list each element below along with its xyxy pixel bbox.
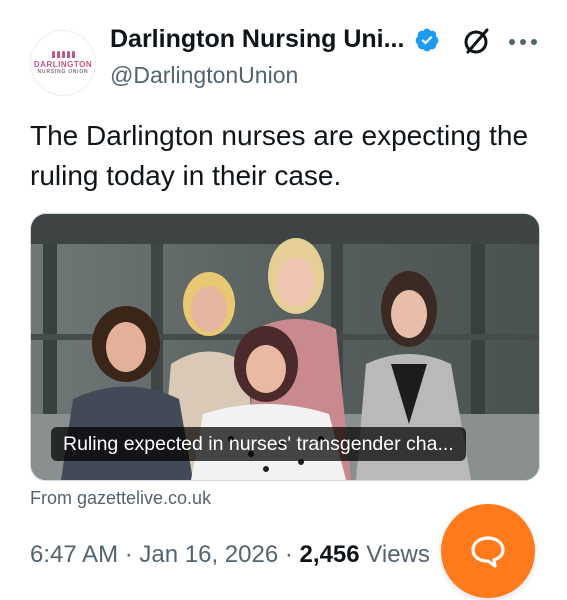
verified-badge-icon[interactable]: [414, 27, 440, 53]
grok-icon[interactable]: [462, 26, 492, 56]
more-options-icon[interactable]: [508, 38, 538, 46]
views-label: Views: [366, 541, 430, 568]
views-count: 2,456: [299, 541, 360, 568]
tweet-text: The Darlington nurses are expecting the …: [30, 120, 529, 191]
chat-bubble-icon: [471, 536, 505, 568]
display-name[interactable]: Darlington Nursing Uni...: [110, 25, 404, 54]
tweet-header: DARLINGTON NURSING UNION Darlington Nurs…: [0, 0, 567, 110]
link-source[interactable]: From gazettelive.co.uk: [30, 488, 211, 509]
tweet-date[interactable]: Jan 16, 2026: [139, 541, 278, 568]
meta-separator-2: ·: [284, 541, 293, 568]
tweet-metadata: 6:47 AM · Jan 16, 2026 · 2,456 Views: [30, 541, 430, 569]
link-card[interactable]: Ruling expected in nurses' transgender c…: [30, 213, 540, 481]
chat-fab-button[interactable]: [441, 504, 535, 598]
link-card-caption: Ruling expected in nurses' transgender c…: [51, 427, 466, 461]
avatar-logo-figures: [51, 51, 75, 58]
account-handle[interactable]: @DarlingtonUnion: [110, 62, 298, 89]
tweet-time[interactable]: 6:47 AM: [30, 541, 118, 568]
avatar-logo-subtext: NURSING UNION: [37, 69, 89, 75]
meta-separator: ·: [124, 541, 133, 568]
avatar-logo-text: DARLINGTON: [33, 60, 93, 69]
account-avatar[interactable]: DARLINGTON NURSING UNION: [30, 30, 96, 96]
